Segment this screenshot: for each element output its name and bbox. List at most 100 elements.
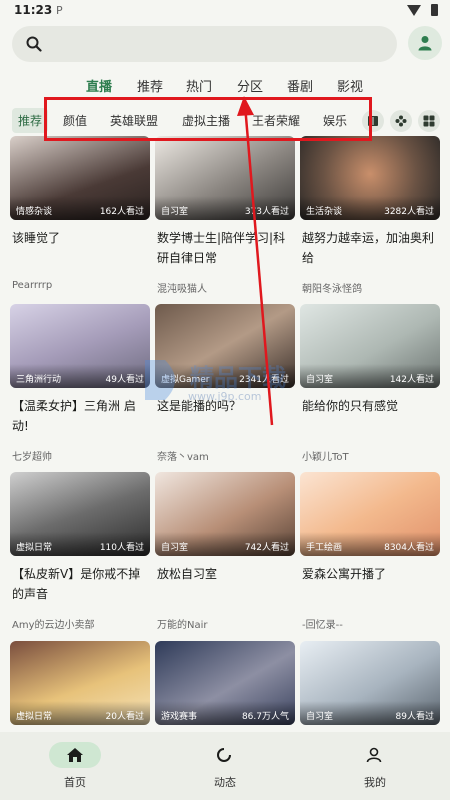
card-category: 三角洲行动 xyxy=(16,375,62,385)
battery-icon xyxy=(431,4,438,16)
live-card[interactable]: 自习室 742人看过 放松自习室 万能的Nair xyxy=(155,472,295,632)
live-card[interactable]: 虚拟日常 110人看过 【私皮新V】是你戒不掉的声音 Amy的云边小卖部 xyxy=(10,472,150,632)
nav-profile[interactable]: 我的 xyxy=(325,732,425,800)
card-title: 越努力越幸运，加油奥利给 xyxy=(302,231,435,265)
card-streamer: -回忆录-- xyxy=(302,620,343,631)
stream-thumbnail: 生活杂谈 3282人看过 xyxy=(300,136,440,220)
card-views: 20人看过 xyxy=(105,712,144,722)
nav-activity[interactable]: 动态 xyxy=(175,732,275,800)
card-category: 自习室 xyxy=(161,207,189,217)
subtab-lol[interactable]: 英雄联盟 xyxy=(110,112,158,129)
card-views: 162人看过 xyxy=(99,207,144,217)
card-streamer: 万能的Nair xyxy=(157,620,208,631)
card-views: 110人看过 xyxy=(99,543,144,553)
card-title: 这是能播的吗？ xyxy=(157,399,242,413)
subtab-honor-of-kings[interactable]: 王者荣耀 xyxy=(252,112,300,129)
card-title: 【私皮新V】是你戒不掉的声音 xyxy=(12,567,141,601)
nav-label: 我的 xyxy=(364,776,386,789)
card-title: 【温柔女护】三角洲 启动! xyxy=(12,399,136,433)
stream-thumbnail: 自习室 373人看过 xyxy=(155,136,295,220)
live-card[interactable]: 自习室 373人看过 数学博士生|陪伴学习|科研自律日常 混沌吸猫人 xyxy=(155,136,295,296)
card-category: 自习室 xyxy=(306,712,334,722)
user-button[interactable] xyxy=(408,26,442,60)
book-icon xyxy=(368,116,378,126)
card-category: 虚拟Gamer xyxy=(161,375,210,385)
card-views: 89人看过 xyxy=(395,712,434,722)
search-icon xyxy=(26,36,42,52)
stream-thumbnail: 三角洲行动 49人看过 xyxy=(10,304,150,388)
live-card[interactable]: 虚拟日常 20人看过 xyxy=(10,641,150,726)
grid-button[interactable] xyxy=(418,110,440,132)
home-icon xyxy=(67,748,83,762)
card-views: 373人看过 xyxy=(244,207,289,217)
tab-zone[interactable]: 分区 xyxy=(237,76,263,95)
tab-anime[interactable]: 番剧 xyxy=(287,76,313,95)
card-category: 情感杂谈 xyxy=(16,207,53,217)
person-icon xyxy=(366,747,382,763)
stream-thumbnail: 虚拟Gamer 2341人看过 xyxy=(155,304,295,388)
card-streamer: 混沌吸猫人 xyxy=(157,284,207,295)
stream-thumbnail: 虚拟日常 110人看过 xyxy=(10,472,150,556)
main-tabs: 直播 推荐 热门 分区 番剧 影视 xyxy=(0,72,450,102)
card-title: 能给你的只有感觉 xyxy=(302,399,399,413)
nav-label: 首页 xyxy=(64,776,86,789)
live-card[interactable]: 三角洲行动 49人看过 【温柔女护】三角洲 启动! 七岁超帅 xyxy=(10,304,150,464)
card-category: 虚拟日常 xyxy=(16,712,53,722)
tab-recommend[interactable]: 推荐 xyxy=(137,76,163,95)
tab-movies[interactable]: 影视 xyxy=(337,76,363,95)
card-streamer: Amy的云边小卖部 xyxy=(12,620,95,631)
active-tab-indicator xyxy=(88,97,110,100)
card-title: 放松自习室 xyxy=(157,567,218,581)
stream-thumbnail: 游戏赛事 86.7万人气 xyxy=(155,641,295,725)
subtab-recommend[interactable]: 推荐 xyxy=(12,108,49,133)
subtab-entertainment[interactable]: 娱乐 xyxy=(323,112,347,129)
card-streamer: 七岁超帅 xyxy=(12,452,52,463)
card-views: 8304人看过 xyxy=(384,543,434,553)
card-views: 49人看过 xyxy=(105,375,144,385)
refresh-icon xyxy=(217,748,231,762)
card-title: 该睡觉了 xyxy=(12,231,61,245)
card-streamer: 朝阳冬泳怪鸽 xyxy=(302,284,362,295)
card-title: 数学博士生|陪伴学习|科研自律日常 xyxy=(157,231,286,265)
card-title: 爱森公寓开播了 xyxy=(302,567,387,581)
stream-thumbnail: 虚拟日常 20人看过 xyxy=(10,641,150,725)
card-category: 生活杂谈 xyxy=(306,207,343,217)
live-card[interactable]: 生活杂谈 3282人看过 越努力越幸运，加油奥利给 朝阳冬泳怪鸽 xyxy=(300,136,440,296)
stream-thumbnail: 自习室 742人看过 xyxy=(155,472,295,556)
card-category: 手工绘画 xyxy=(306,543,343,553)
live-card[interactable]: 情感杂谈 162人看过 该睡觉了 Pearrrrp xyxy=(10,136,150,296)
status-icons xyxy=(407,4,438,16)
stream-thumbnail: 自习室 142人看过 xyxy=(300,304,440,388)
live-card[interactable]: 虚拟Gamer 2341人看过 这是能播的吗？ 奈落丶vam xyxy=(155,304,295,464)
grid-icon xyxy=(423,115,435,127)
live-card[interactable]: 自习室 89人看过 xyxy=(300,641,440,726)
notification-icon: P xyxy=(56,4,63,17)
card-category: 游戏赛事 xyxy=(161,712,198,722)
search-bar[interactable] xyxy=(12,26,397,62)
nav-home[interactable]: 首页 xyxy=(25,732,125,800)
bottom-nav: 首页 动态 我的 xyxy=(0,732,450,800)
sub-tabs: 推荐 颜值 英雄联盟 虚拟主播 王者荣耀 娱乐 xyxy=(0,106,450,134)
stream-thumbnail: 情感杂谈 162人看过 xyxy=(10,136,150,220)
card-views: 86.7万人气 xyxy=(241,712,289,722)
card-views: 142人看过 xyxy=(389,375,434,385)
book-button[interactable] xyxy=(362,110,384,132)
person-icon xyxy=(418,36,432,51)
subtab-vtuber[interactable]: 虚拟主播 xyxy=(182,112,230,129)
subtab-looks[interactable]: 颜值 xyxy=(63,112,87,129)
wifi-icon xyxy=(407,4,421,16)
stream-thumbnail: 自习室 89人看过 xyxy=(300,641,440,725)
live-card[interactable]: 游戏赛事 86.7万人气 xyxy=(155,641,295,726)
live-card[interactable]: 自习室 142人看过 能给你的只有感觉 小颖儿ToT xyxy=(300,304,440,464)
tab-hot[interactable]: 热门 xyxy=(186,76,212,95)
status-bar: 11:23 P xyxy=(0,0,450,22)
stream-thumbnail: 手工绘画 8304人看过 xyxy=(300,472,440,556)
tab-live[interactable]: 直播 xyxy=(86,76,112,95)
status-time: 11:23 xyxy=(14,3,53,17)
card-streamer: 小颖儿ToT xyxy=(302,452,349,463)
card-views: 3282人看过 xyxy=(384,207,434,217)
live-card[interactable]: 手工绘画 8304人看过 爱森公寓开播了 -回忆录-- xyxy=(300,472,440,632)
card-streamer: Pearrrrp xyxy=(12,280,53,291)
gamepad-button[interactable] xyxy=(390,110,412,132)
card-category: 自习室 xyxy=(306,375,334,385)
